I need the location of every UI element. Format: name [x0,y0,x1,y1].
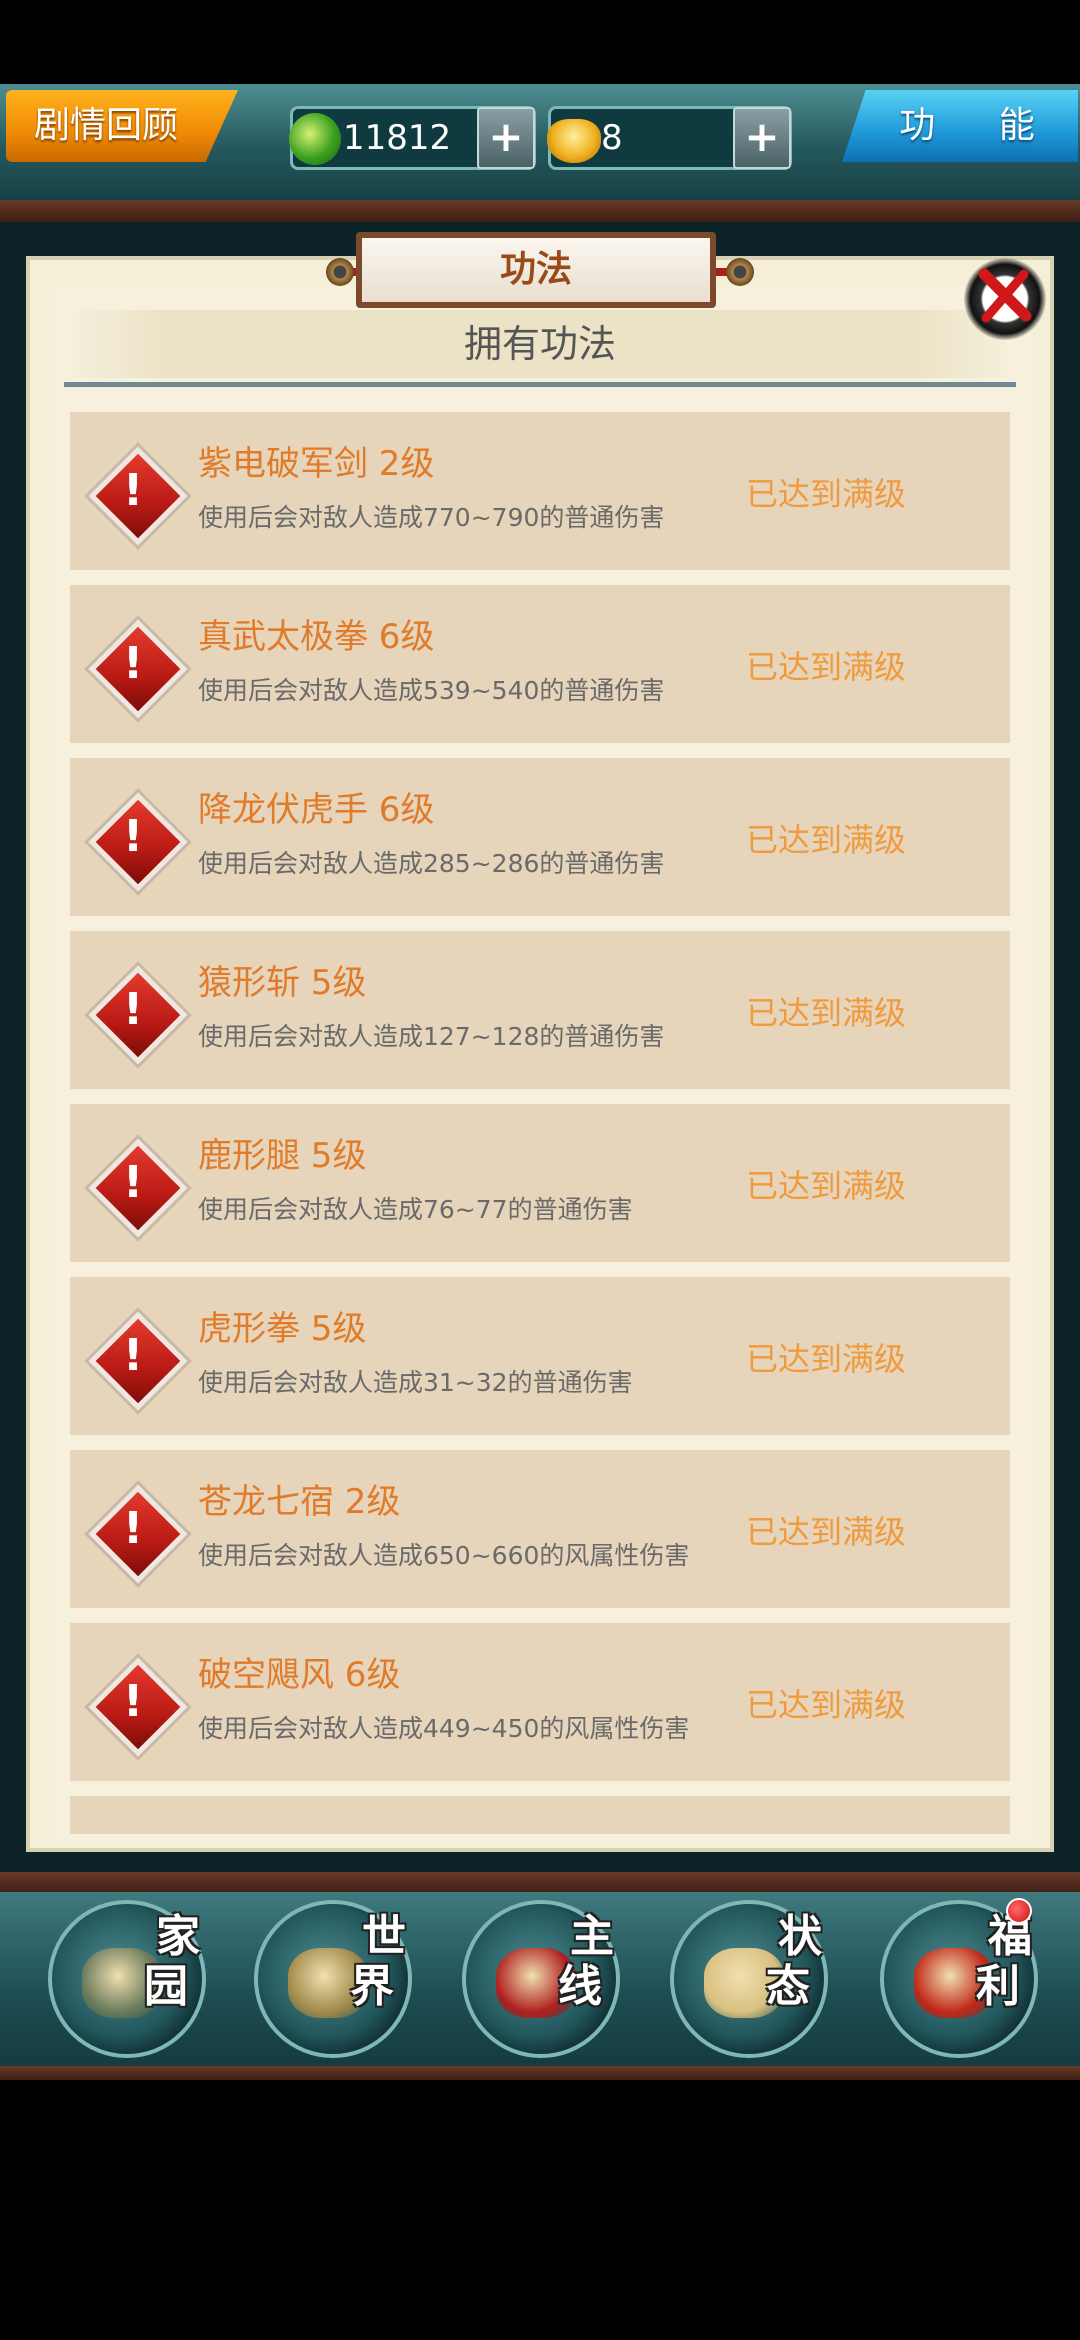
skill-description: 使用后会对敌人造成770~790的普通伤害 [198,503,665,532]
nav-button-welfare-bag[interactable]: 福利 [880,1900,1038,2058]
skill-description: 使用后会对敌人造成76~77的普通伤害 [198,1195,633,1224]
nav-button-world-map[interactable]: 世界 [254,1900,412,2058]
skill-max-level-status: 已达到满级 [746,1686,907,1724]
exclamation-diamond-icon: ! [88,619,188,719]
skill-name: 降龙伏虎手 6级 [198,790,435,830]
skill-list[interactable]: ! 紫电破军剑 2级 使用后会对敌人造成770~790的普通伤害 已达到满级! 真武太极… [70,412,1010,1834]
exclamation-diamond-icon: ! [88,1311,188,1411]
add-gold-button[interactable]: + [733,107,791,169]
skill-max-level-status: 已达到满级 [746,1513,907,1551]
owned-skills-header: 拥有功法 [463,322,616,366]
nav-label: 状态 [766,1911,822,2012]
exclamation-diamond-icon: ! [88,965,188,1065]
notification-dot [1006,1898,1032,1924]
skill-row[interactable]: ! 降龙伏虎手 6级使用后会对敌人造成285~286的普通伤害 已达到满级 [70,758,1010,916]
skill-row[interactable]: ! 苍龙七宿 2级使用后会对敌人造成650~660的风属性伤害 已达到满级 [70,1450,1010,1608]
exclamation-diamond-icon: ! [88,1138,188,1238]
jade-currency-display: 11812 + [289,106,536,170]
close-button[interactable] [964,258,1046,340]
nav-button-bagua[interactable]: 状态 [670,1900,828,2058]
skill-row[interactable]: ! 真武太极拳 6级使用后会对敌人造成539~540的普通伤害 已达到满级 [70,585,1010,743]
nav-bottom-divider [0,2066,1080,2080]
skill-name: 破空飓风 6级 [198,1655,401,1695]
exclamation-diamond-icon: ! [88,1657,188,1757]
exclamation-diamond-icon: ! [88,792,188,892]
close-icon [978,268,1032,323]
skill-description: 使用后会对敌人造成650~660的风属性伤害 [198,1541,690,1570]
add-jade-button[interactable]: + [477,107,535,169]
panel-title: 功法 [356,232,716,308]
skill-row[interactable]: ! 猿形斩 5级使用后会对敌人造成127~128的普通伤害 已达到满级 [70,931,1010,1089]
exclamation-diamond-icon: ! [88,446,188,546]
nav-label: 世界 [350,1911,406,2012]
skill-description: 使用后会对敌人造成539~540的普通伤害 [198,676,665,705]
plaque-pin-left [326,258,354,286]
skill-icon-glyph: ! [122,638,144,689]
story-review-button[interactable]: 剧情回顾 [6,90,238,162]
jade-amount: 11812 [343,118,452,158]
nav-label: 福利 [976,1911,1032,2012]
exclamation-diamond-icon: ! [88,1484,188,1584]
skill-name: 鹿形腿 5级 [198,1136,367,1176]
nav-label: 家园 [144,1911,200,2012]
gold-currency-display: 8 + [547,106,792,170]
skill-name: 猿形斩 5级 [198,963,367,1003]
skill-max-level-status: 已达到满级 [746,994,907,1032]
jade-coin-icon [289,113,341,165]
skill-max-level-status: 已达到满级 [746,1340,907,1378]
skill-max-level-status: 已达到满级 [746,475,907,513]
skill-max-level-status: 已达到满级 [746,821,907,859]
skill-row[interactable]: ! 破空飓风 6级使用后会对敌人造成449~450的风属性伤害 已达到满级 [70,1623,1010,1781]
skill-name: 苍龙七宿 2级 [198,1482,401,1522]
skill-row[interactable]: ! 紫电破军剑 2级使用后会对敌人造成770~790的普通伤害 已达到满级 [70,412,1010,570]
skill-icon-glyph: ! [122,465,144,516]
skill-description: 使用后会对敌人造成127~128的普通伤害 [198,1022,665,1051]
skill-name: 真武太极拳 6级 [198,617,435,657]
skill-description: 使用后会对敌人造成31~32的普通伤害 [198,1368,633,1397]
nav-label: 主线 [558,1911,614,2012]
skill-max-level-status: 已达到满级 [746,1167,907,1205]
skill-icon-glyph: ! [122,811,144,862]
skill-max-level-status: 已达到满级 [746,648,907,686]
skill-row[interactable]: ! 鹿形腿 5级使用后会对敌人造成76~77的普通伤害 已达到满级 [70,1104,1010,1262]
top-bar-divider [0,200,1080,222]
skill-name: 虎形拳 5级 [198,1309,367,1349]
plaque-pin-right [726,258,754,286]
skill-description: 使用后会对敌人造成449~450的风属性伤害 [198,1714,690,1743]
skill-row-partial[interactable] [70,1796,1010,1834]
skill-name: 紫电破军剑 2级 [198,444,435,484]
function-button[interactable]: 功 能 [842,90,1078,162]
header-divider [64,382,1016,387]
nav-top-divider [0,1872,1080,1894]
skill-icon-glyph: ! [122,1157,144,1208]
skill-icon-glyph: ! [122,984,144,1035]
skill-icon-glyph: ! [122,1330,144,1381]
nav-button-main-quest[interactable]: 主线 [462,1900,620,2058]
gold-ingot-icon [547,119,601,163]
skill-description: 使用后会对敌人造成285~286的普通伤害 [198,849,665,878]
gold-amount: 8 [601,118,623,158]
nav-button-home[interactable]: 家园 [48,1900,206,2058]
skill-icon-glyph: ! [122,1503,144,1554]
skill-icon-glyph: ! [122,1676,144,1727]
skill-row[interactable]: ! 虎形拳 5级使用后会对敌人造成31~32的普通伤害 已达到满级 [70,1277,1010,1435]
